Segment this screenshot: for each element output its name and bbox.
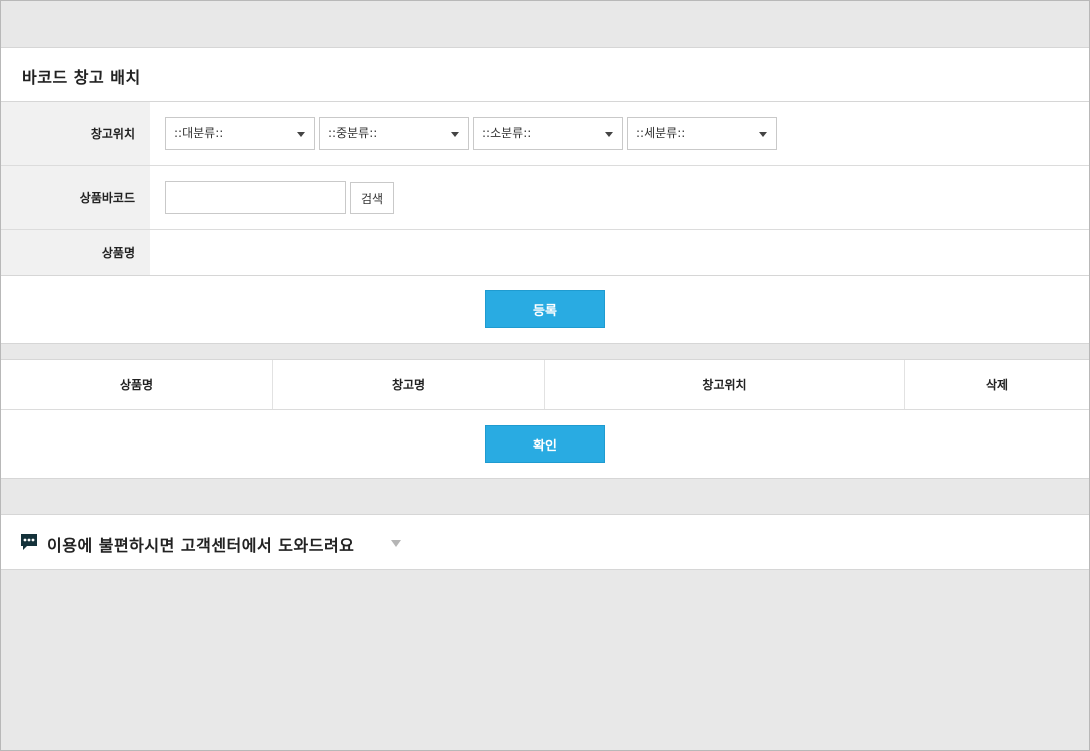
column-warehouse-location: 창고위치 — [545, 360, 905, 409]
category-large-value: ::대분류:: — [174, 126, 224, 140]
category-small-value: ::소분류:: — [482, 126, 532, 140]
category-detail-value: ::세분류:: — [636, 126, 686, 140]
column-product-name: 상품명 — [1, 360, 273, 409]
placement-list: 상품명 창고명 창고위치 삭제 확인 — [1, 359, 1089, 479]
placement-form: 창고위치 ::대분류:: ::중분류:: ::소분류:: ::세분류:: 상품바… — [1, 102, 1089, 276]
category-detail-select[interactable]: ::세분류:: — [627, 117, 777, 150]
location-selects: ::대분류:: ::중분류:: ::소분류:: ::세분류:: — [150, 102, 1089, 165]
category-medium-select[interactable]: ::중분류:: — [319, 117, 469, 150]
chat-icon — [21, 534, 37, 550]
register-bar: 등록 — [1, 276, 1089, 344]
form-row-barcode: 상품바코드 검색 — [1, 166, 1089, 230]
confirm-button[interactable]: 확인 — [485, 425, 605, 463]
location-label: 창고위치 — [1, 102, 150, 165]
category-large-select[interactable]: ::대분류:: — [165, 117, 315, 150]
register-button[interactable]: 등록 — [485, 290, 605, 328]
category-medium-value: ::중분류:: — [328, 126, 378, 140]
chevron-down-icon — [759, 132, 767, 137]
help-text: 이용에 불편하시면 고객센터에서 도와드려요 — [47, 536, 355, 555]
column-warehouse-name: 창고명 — [273, 360, 545, 409]
barcode-input[interactable] — [165, 181, 346, 214]
table-header: 상품명 창고명 창고위치 삭제 — [1, 360, 1089, 410]
form-row-location: 창고위치 ::대분류:: ::중분류:: ::소분류:: ::세분류:: — [1, 102, 1089, 166]
chevron-down-icon[interactable] — [391, 540, 401, 547]
form-row-product-name: 상품명 — [1, 230, 1089, 275]
barcode-field-group: 검색 — [150, 166, 1089, 229]
help-bar[interactable]: 이용에 불편하시면 고객센터에서 도와드려요 — [1, 514, 1089, 570]
product-name-value — [150, 230, 1089, 275]
column-delete: 삭제 — [985, 378, 1009, 392]
category-small-select[interactable]: ::소분류:: — [473, 117, 623, 150]
search-button[interactable]: 검색 — [350, 182, 394, 214]
barcode-label: 상품바코드 — [1, 166, 150, 229]
chevron-down-icon — [451, 132, 459, 137]
product-name-label: 상품명 — [1, 230, 150, 275]
chevron-down-icon — [605, 132, 613, 137]
title-bar: 바코드 창고 배치 — [1, 47, 1089, 102]
chevron-down-icon — [297, 132, 305, 137]
page-title: 바코드 창고 배치 — [22, 68, 141, 87]
